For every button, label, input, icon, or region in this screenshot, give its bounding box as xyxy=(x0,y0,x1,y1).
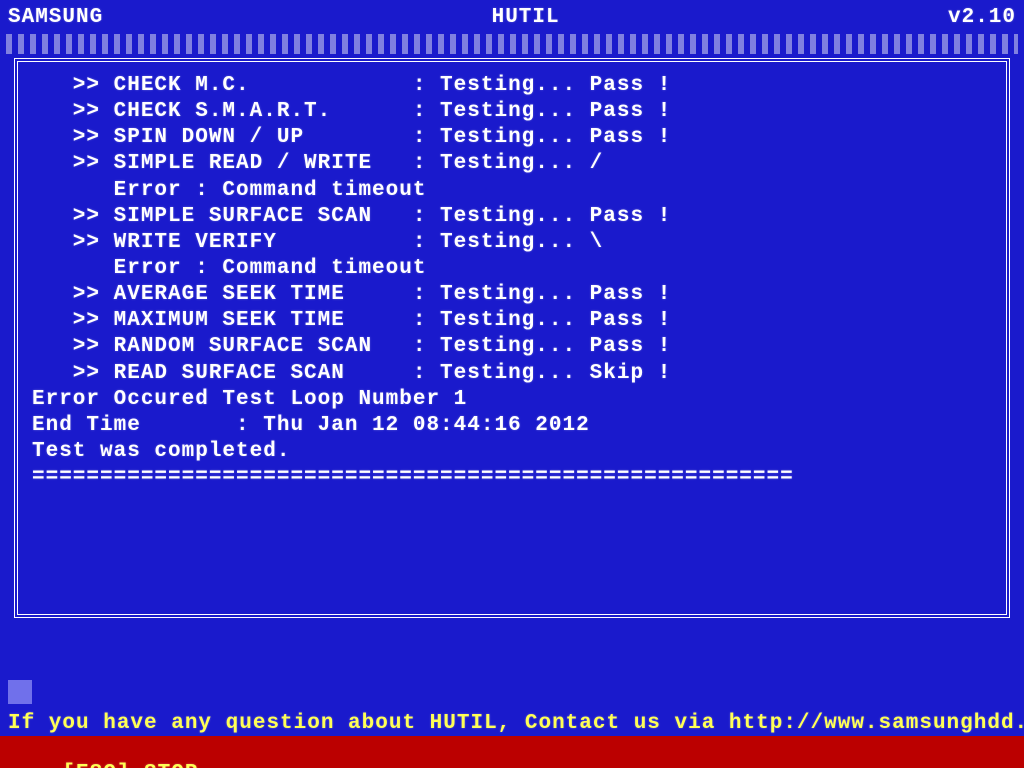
cursor-row xyxy=(0,678,1024,706)
summary-end-time: End Time : Thu Jan 12 08:44:16 2012 xyxy=(32,414,992,438)
esc-stop-label: [ESC] STOP xyxy=(62,762,198,768)
version-label: v2.10 xyxy=(948,6,1016,30)
test-row: >> SIMPLE READ / WRITE : Testing... / xyxy=(32,152,992,176)
test-row: >> SIMPLE SURFACE SCAN : Testing... Pass… xyxy=(32,205,992,229)
test-row: >> CHECK M.C. : Testing... Pass ! xyxy=(32,74,992,98)
decorative-stripe xyxy=(6,34,1018,54)
brand-label: SAMSUNG xyxy=(8,6,103,30)
test-row: >> WRITE VERIFY : Testing... \ xyxy=(32,231,992,255)
separator-line: ========================================… xyxy=(32,466,992,490)
test-row: >> AVERAGE SEEK TIME : Testing... Pass ! xyxy=(32,283,992,307)
cursor-block-icon xyxy=(8,680,32,704)
test-row: >> RANDOM SURFACE SCAN : Testing... Pass… xyxy=(32,335,992,359)
test-row: >> READ SURFACE SCAN : Testing... Skip ! xyxy=(32,362,992,386)
test-row: >> SPIN DOWN / UP : Testing... Pass ! xyxy=(32,126,992,150)
title-bar: SAMSUNG HUTIL v2.10 xyxy=(0,0,1024,32)
summary-error-line: Error Occured Test Loop Number 1 xyxy=(32,388,992,412)
footer-esc-bar[interactable]: [ESC] STOP xyxy=(0,736,1024,768)
results-panel: >> CHECK M.C. : Testing... Pass ! >> CHE… xyxy=(14,58,1010,618)
test-row: >> CHECK S.M.A.R.T. : Testing... Pass ! xyxy=(32,100,992,124)
test-row-error: Error : Command timeout xyxy=(32,179,992,203)
app-title: HUTIL xyxy=(492,6,560,30)
test-row: >> MAXIMUM SEEK TIME : Testing... Pass ! xyxy=(32,309,992,333)
test-row-error: Error : Command timeout xyxy=(32,257,992,281)
summary-completed: Test was completed. xyxy=(32,440,992,464)
dos-screen: SAMSUNG HUTIL v2.10 >> CHECK M.C. : Test… xyxy=(0,0,1024,768)
